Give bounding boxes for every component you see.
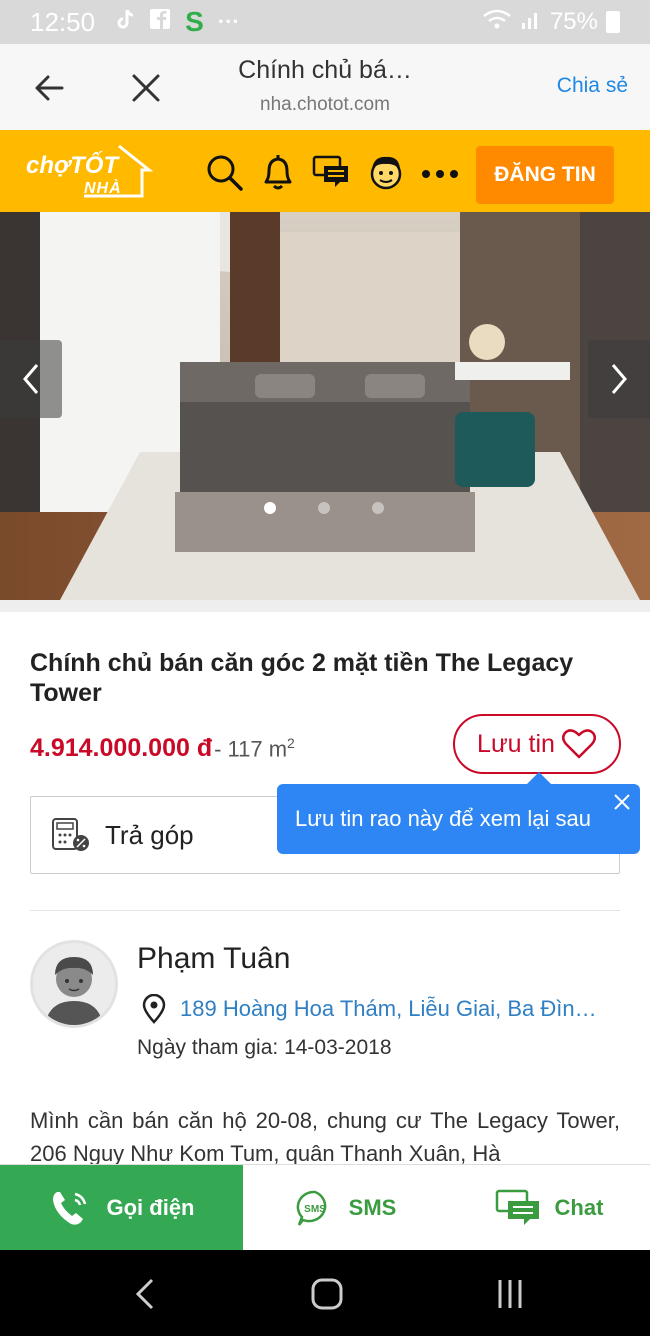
chotot-nha-logo[interactable]: chợTỐT NHÀ	[24, 140, 164, 202]
chat-button[interactable]: Chat	[448, 1165, 650, 1251]
close-icon[interactable]	[126, 68, 166, 108]
tooltip-text: Lưu tin rao này để xem lại sau	[295, 806, 592, 831]
sms-icon-text: SMS	[304, 1204, 326, 1215]
tooltip-arrow	[527, 772, 551, 784]
gallery-dot[interactable]	[264, 502, 276, 514]
gallery-prev-button[interactable]	[0, 340, 62, 418]
seller-address-row: 189 Hoàng Hoa Thám, Liễu Giai, Ba Đìn…	[140, 994, 610, 1024]
signal-icon	[520, 8, 542, 37]
bell-icon[interactable]	[258, 152, 298, 192]
status-bar: 12:50 S ··· 75%	[0, 0, 650, 44]
call-label: Gọi điện	[106, 1195, 195, 1220]
calculator-percent-icon	[52, 818, 89, 851]
section-divider	[0, 600, 650, 612]
nav-recents-icon[interactable]	[490, 1274, 530, 1314]
call-button[interactable]: Gọi điện	[0, 1165, 243, 1251]
chat-bubble-icon[interactable]	[312, 152, 352, 192]
installment-label: Trả góp	[105, 819, 194, 850]
sms-button[interactable]: SMS SMS	[243, 1165, 448, 1251]
system-nav-bar	[0, 1250, 650, 1336]
seller-avatar[interactable]	[30, 940, 118, 1028]
heart-icon	[561, 729, 596, 759]
browser-page-title: Chính chủ bá…	[238, 56, 412, 84]
logo-text-main: chợTỐT	[26, 152, 119, 179]
chevron-right-icon	[611, 364, 627, 394]
save-listing-tooltip: Lưu tin rao này để xem lại sau	[277, 772, 640, 854]
post-listing-button[interactable]: ĐĂNG TIN	[476, 146, 614, 204]
gallery-dot[interactable]	[318, 502, 330, 514]
save-listing-label: Lưu tin	[477, 729, 555, 758]
share-button[interactable]: Chia sẻ	[557, 74, 628, 98]
wifi-icon	[482, 8, 512, 37]
more-dots-icon: ···	[217, 9, 240, 34]
nav-back-icon[interactable]	[126, 1274, 166, 1314]
save-listing-button[interactable]: Lưu tin	[453, 714, 621, 774]
listing-description: Mình cần bán căn hộ 20-08, chung cư The …	[30, 1108, 620, 1166]
battery-percent: 75%	[549, 8, 598, 35]
listing-title: Chính chủ bán căn góc 2 mặt tiền The Leg…	[30, 649, 574, 707]
back-arrow-icon[interactable]	[30, 68, 70, 108]
tiktok-icon	[117, 8, 135, 36]
status-time: 12:50	[30, 6, 96, 37]
location-pin-icon	[142, 994, 166, 1024]
app-header: chợTỐT NHÀ ĐĂNG TIN	[0, 130, 650, 212]
listing-image-gallery[interactable]	[0, 212, 650, 600]
more-horizontal-icon[interactable]	[420, 152, 460, 192]
nav-home-icon[interactable]	[307, 1274, 347, 1314]
user-avatar-icon[interactable]	[366, 152, 406, 192]
price-row: 4.914.000.000 đ - 117 m2	[30, 734, 295, 763]
chat-icon	[495, 1189, 539, 1225]
gallery-pagination-dots	[264, 502, 384, 514]
seller-divider	[30, 910, 620, 911]
listing-area: - 117 m2	[214, 735, 295, 762]
logo-text-sub: NHÀ	[84, 180, 122, 197]
seller-name[interactable]: Phạm Tuân	[137, 942, 290, 976]
search-icon[interactable]	[204, 152, 244, 192]
browser-bar: Chính chủ bá… nha.chotot.com Chia sẻ	[0, 44, 650, 130]
contact-action-bar: Gọi điện SMS SMS Chat	[0, 1164, 650, 1251]
s-app-icon: S	[185, 6, 204, 37]
area-value: - 117 m	[214, 736, 288, 761]
browser-url[interactable]: nha.chotot.com	[200, 94, 450, 116]
facebook-icon	[149, 8, 171, 36]
gallery-dot[interactable]	[372, 502, 384, 514]
listing-price: 4.914.000.000 đ	[30, 734, 213, 762]
area-unit-sup: 2	[287, 734, 295, 751]
chevron-left-icon	[23, 364, 39, 394]
sms-icon: SMS	[296, 1190, 326, 1226]
sms-label: SMS	[348, 1195, 397, 1220]
seller-join-date: Ngày tham gia: 14-03-2018	[137, 1036, 392, 1059]
phone-icon	[52, 1192, 86, 1225]
chat-label: Chat	[554, 1195, 604, 1220]
gallery-next-button[interactable]	[588, 340, 650, 418]
battery-icon	[606, 11, 620, 33]
bedroom-photo	[0, 212, 650, 600]
tooltip-close-icon[interactable]	[612, 792, 632, 812]
seller-address[interactable]: 189 Hoàng Hoa Thám, Liễu Giai, Ba Đìn…	[180, 996, 610, 1022]
